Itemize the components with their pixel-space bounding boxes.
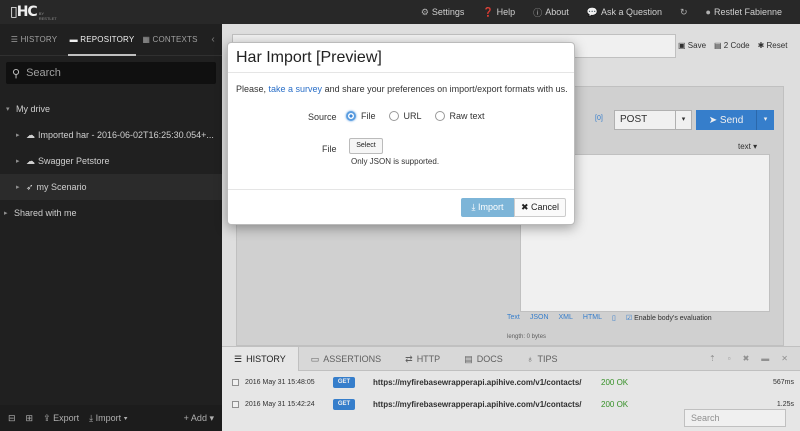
source-radio-group: File URL Raw text bbox=[346, 111, 493, 121]
dialog-footer: ⤓ Import ✖ Cancel bbox=[228, 189, 574, 225]
close-icon: ✖ bbox=[520, 202, 532, 212]
select-file-button[interactable]: Select bbox=[349, 138, 383, 154]
survey-link[interactable]: take a survey bbox=[269, 84, 323, 94]
dialog-body: Please, take a survey and share your pre… bbox=[228, 73, 574, 189]
dialog-intro: Please, take a survey and share your pre… bbox=[236, 84, 568, 94]
import-button[interactable]: ⤓ Import bbox=[461, 198, 514, 217]
file-label: File bbox=[322, 144, 337, 154]
har-import-dialog: Har Import [Preview] Please, take a surv… bbox=[227, 42, 575, 225]
dialog-header: Har Import [Preview] bbox=[228, 43, 574, 73]
source-file-radio[interactable] bbox=[346, 111, 356, 121]
source-label: Source bbox=[308, 112, 337, 122]
dialog-title: Har Import [Preview] bbox=[236, 49, 382, 66]
file-hint: Only JSON is supported. bbox=[351, 157, 440, 166]
source-url-radio[interactable] bbox=[388, 111, 399, 121]
cancel-button[interactable]: ✖ Cancel bbox=[514, 198, 566, 217]
source-raw-text-radio[interactable] bbox=[434, 111, 445, 121]
